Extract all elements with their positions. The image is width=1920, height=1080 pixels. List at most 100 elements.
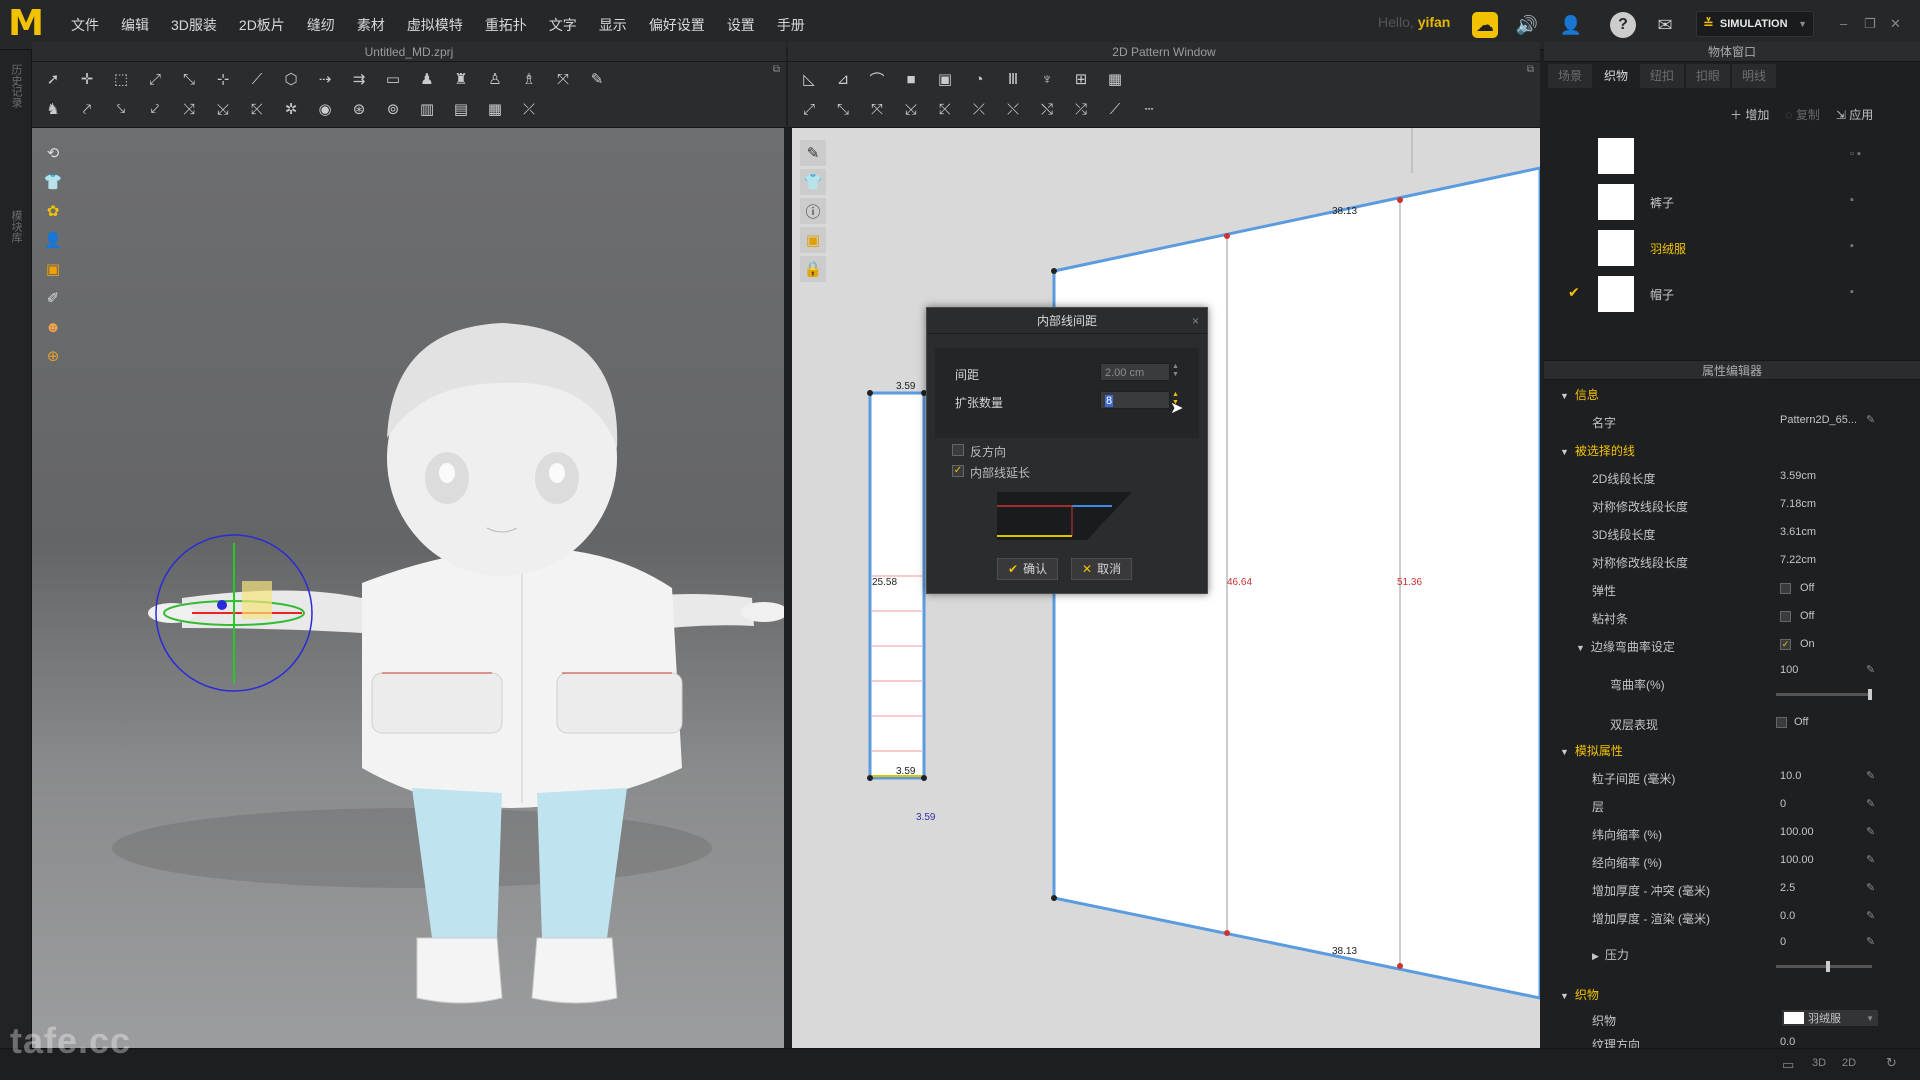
topstitch-seg-icon[interactable]: ⤭ [1034,96,1060,122]
pattern-lock-icon[interactable]: 🔒 [800,256,826,282]
menu-retopology[interactable]: 重拓扑 [474,14,538,36]
menu-text[interactable]: 文字 [538,14,588,36]
avatar-skin-icon[interactable]: ☻ [40,314,66,340]
graphic-tool-icon[interactable]: ▤ [448,96,474,122]
pattern-fabric-icon[interactable]: ▣ [800,227,826,253]
tack-tool-icon[interactable]: ⤡ [176,66,202,92]
fabric-display-icon[interactable]: ▣ [40,256,66,282]
layout-single-icon[interactable]: ▭ [1782,1057,1794,1073]
confirm-button[interactable]: ✔ 确认 [997,558,1059,580]
3d-viewport[interactable] [32,128,788,1048]
garment-display-icon[interactable]: 👕 [40,169,66,195]
pressure-slider[interactable] [1776,961,1872,972]
elastic-icon[interactable]: ⟋ [1102,96,1128,122]
section-info[interactable]: ▼ 信息 [1560,386,1599,403]
edit-icon[interactable]: ✎ [1866,413,1875,426]
select-tool-icon[interactable]: ▭ [380,66,406,92]
zipper-tool-icon[interactable]: ⊚ [380,96,406,122]
thickness-render-value[interactable]: 0.0 [1780,910,1795,922]
thickness-collision-value[interactable]: 2.5 [1780,882,1795,894]
grid2-tool-icon[interactable]: ▦ [1102,66,1128,92]
edit-icon[interactable]: ✎ [1866,853,1875,866]
menu-display[interactable]: 显示 [588,14,638,36]
strengthen-tool-icon[interactable]: ⤢ [142,66,168,92]
pencil-tool-icon[interactable]: ✎ [584,66,610,92]
fold-checkbox[interactable]: ✓ [1780,639,1791,650]
spacing-stepper-icon[interactable]: ▲ ▼ [1172,363,1182,379]
minimize-icon[interactable]: – [1840,16,1847,31]
texture-tool-icon[interactable]: ▥ [414,96,440,122]
avatar3-tool-icon[interactable]: ♙ [482,66,508,92]
history-tab[interactable]: 历史记录 [8,64,24,108]
apply-fabric-button[interactable]: ⇲ 应用 [1836,106,1873,123]
circle-tool-icon[interactable]: ◔ [966,66,992,92]
seam-line-icon[interactable]: ⤢ [796,96,822,122]
sym2d-value[interactable]: 7.18cm [1780,498,1816,510]
free-seam-tool-icon[interactable]: ⤨ [176,96,202,122]
rectangle-tool-icon[interactable]: ■ [898,66,924,92]
curvature-slider[interactable] [1776,689,1872,700]
edit-icon[interactable]: ✎ [1866,797,1875,810]
tab-button[interactable]: 纽扣 [1640,64,1684,88]
fold-arrangement-tool-icon[interactable]: ✛ [74,66,100,92]
layout-2d-icon[interactable]: 2D [1842,1057,1856,1069]
avatar2-tool-icon[interactable]: ♜ [448,66,474,92]
tab-scene[interactable]: 场景 [1548,64,1592,88]
grain-value[interactable]: 0.0 [1780,1036,1795,1048]
edit-icon[interactable]: ✎ [1866,909,1875,922]
edit-icon[interactable]: ✎ [1866,663,1875,676]
edit-icon[interactable]: ✎ [1866,935,1875,948]
menu-file[interactable]: 文件 [60,14,110,36]
layout-3d-icon[interactable]: 3D [1812,1057,1826,1069]
pose-tool-icon[interactable]: ♞ [40,96,66,122]
menu-sewing[interactable]: 缝纫 [296,14,346,36]
tab-topstitch[interactable]: 明线 [1732,64,1776,88]
topstitch-tool-icon[interactable]: ⤩ [210,96,236,122]
split-tool-icon[interactable]: ⤫ [516,96,542,122]
expand-2d-icon[interactable]: ⧉ [1527,64,1534,75]
restore-icon[interactable]: ❐ [1864,16,1876,32]
seam-tool-icon[interactable]: ⤥ [108,96,134,122]
close-icon[interactable]: × [1192,308,1199,334]
select-move-tool-icon[interactable]: ➚ [40,66,66,92]
topstitch-2d-icon[interactable]: ⤬ [1000,96,1026,122]
slider-knob[interactable] [1826,961,1830,972]
section-selected-line[interactable]: ▼ 被选择的线 [1560,442,1635,459]
reverse-checkbox[interactable] [952,444,964,456]
elastic-checkbox[interactable] [1780,583,1791,594]
len2d-value[interactable]: 3.59cm [1780,470,1816,482]
menu-settings[interactable]: 设置 [716,14,766,36]
menu-edit[interactable]: 编辑 [110,14,160,36]
ruler-tool-icon[interactable]: ⤧ [550,66,576,92]
pressure-label[interactable]: ▶ 压力 [1592,946,1629,963]
gift-icon[interactable]: ✉ [1652,12,1678,38]
layer-tool-icon[interactable]: ⤪ [932,96,958,122]
menu-preferences[interactable]: 偏好设置 [638,14,716,36]
edit-icon[interactable]: ✎ [1866,769,1875,782]
layer-value[interactable]: 0 [1780,798,1786,810]
measure-circ-tool-icon[interactable]: ⇉ [346,66,372,92]
module-library-tab[interactable]: 模块库 [8,210,24,243]
weft-value[interactable]: 100.00 [1780,826,1814,838]
pattern-brush-icon[interactable]: ✎ [800,140,826,166]
warp-value[interactable]: 100.00 [1780,854,1814,866]
section-fabric[interactable]: ▼ 织物 [1560,986,1599,1003]
dashed-line-icon[interactable]: ┄ [1136,96,1162,122]
user-icon[interactable]: 👤 [1558,12,1584,38]
polygon-tool-icon[interactable]: ▣ [932,66,958,92]
edit-icon[interactable]: ✎ [1866,825,1875,838]
pattern-display-icon[interactable]: 👕 [800,169,826,195]
brush-icon[interactable]: ✐ [40,285,66,311]
pattern-info-icon[interactable]: ⓘ [800,198,826,224]
double-layer-checkbox[interactable] [1776,717,1787,728]
select-mesh-tool-icon[interactable]: ⬚ [108,66,134,92]
fabric-list-item[interactable]: 裤子 ▪ [1550,180,1910,224]
measure-tool-icon[interactable]: ⇢ [312,66,338,92]
edit-pattern-icon[interactable]: ⊿ [830,66,856,92]
speaker-icon[interactable]: 🔊 [1514,12,1540,38]
menu-2d-pattern[interactable]: 2D板片 [228,14,296,36]
edit-curvature-icon[interactable]: ⌒ [864,66,890,92]
particle-value[interactable]: 10.0 [1780,770,1801,782]
line-tool-icon[interactable]: ⤤ [74,96,100,122]
spacing-input[interactable]: 2.00 cm [1100,363,1170,381]
